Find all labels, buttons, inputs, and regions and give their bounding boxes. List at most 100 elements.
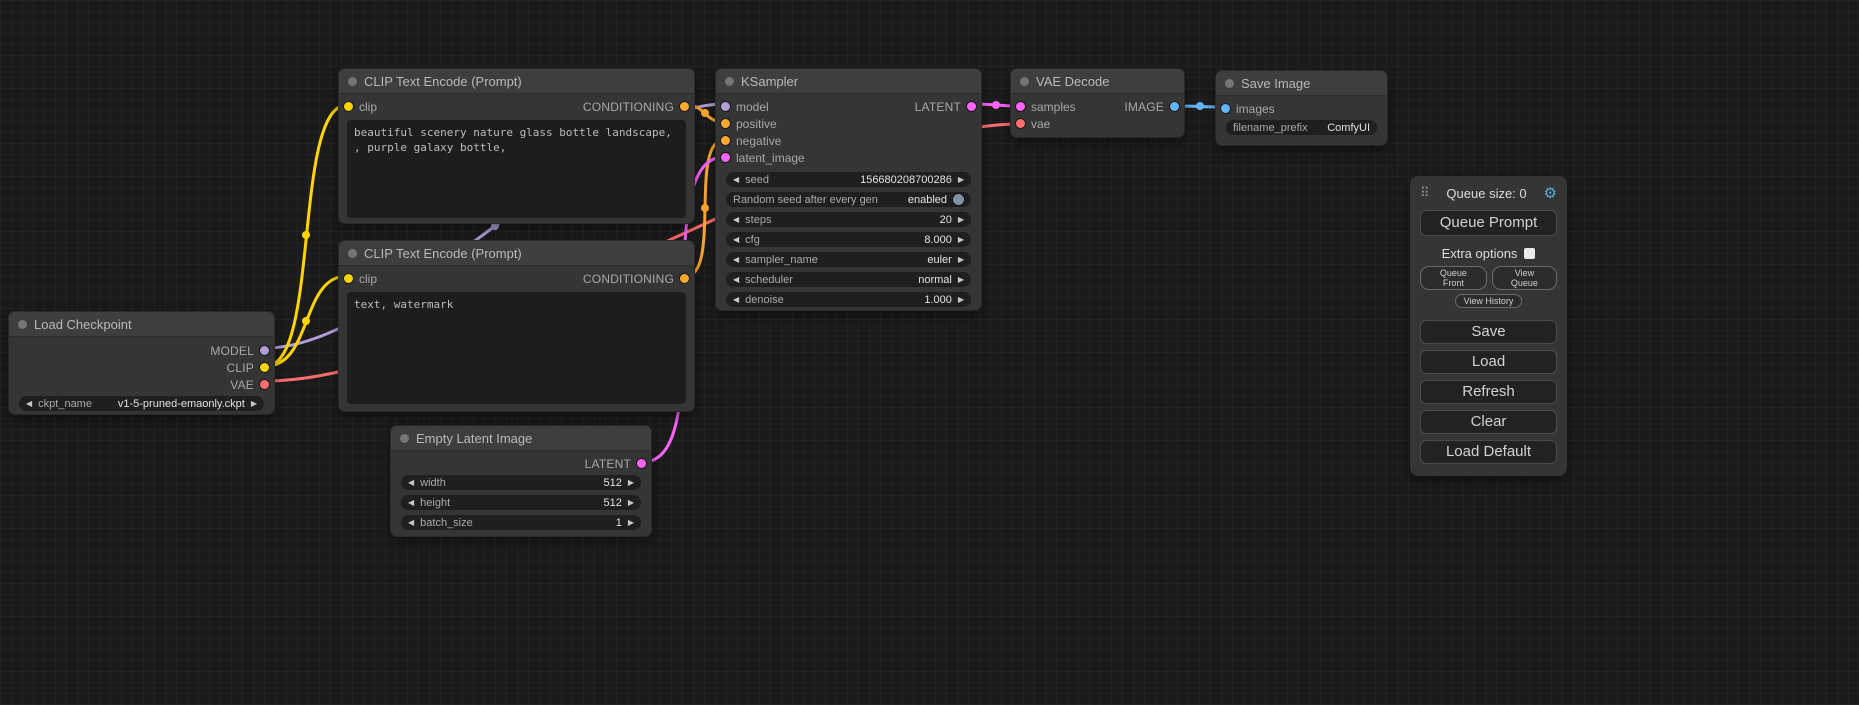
node-clip-text-encode-negative[interactable]: CLIP Text Encode (Prompt) clip CONDITION… xyxy=(338,240,695,412)
increment-arrow-icon[interactable]: ▶ xyxy=(958,296,964,304)
input-slot-images[interactable] xyxy=(1221,104,1230,113)
node-save-image[interactable]: Save Image images filename_prefix ComfyU… xyxy=(1215,70,1388,146)
decrement-arrow-icon[interactable]: ◀ xyxy=(733,296,739,304)
clear-button[interactable]: Clear xyxy=(1420,410,1557,434)
widget-cfg[interactable]: ◀ cfg 8.000 ▶ xyxy=(726,232,971,247)
collapse-dot-icon[interactable] xyxy=(348,249,357,258)
collapse-dot-icon[interactable] xyxy=(1225,79,1234,88)
decrement-arrow-icon[interactable]: ◀ xyxy=(408,479,414,487)
prompt-textarea[interactable]: text, watermark xyxy=(347,292,686,404)
gear-icon[interactable]: ⚙ xyxy=(1544,184,1557,202)
increment-arrow-icon[interactable]: ▶ xyxy=(628,519,634,527)
input-slot-model[interactable] xyxy=(721,102,730,111)
decrement-arrow-icon[interactable]: ◀ xyxy=(733,176,739,184)
output-slot-latent[interactable] xyxy=(637,459,646,468)
node-title-bar[interactable]: Save Image xyxy=(1216,71,1387,96)
node-title-bar[interactable]: Load Checkpoint xyxy=(9,312,274,337)
widget-height[interactable]: ◀ height 512 ▶ xyxy=(401,495,641,510)
output-slot-model[interactable] xyxy=(260,346,269,355)
load-button[interactable]: Load xyxy=(1420,350,1557,374)
widget-batch-size[interactable]: ◀ batch_size 1 ▶ xyxy=(401,515,641,530)
node-load-checkpoint[interactable]: Load Checkpoint MODEL CLIP VAE xyxy=(8,311,275,415)
input-slot-latent-image[interactable] xyxy=(721,153,730,162)
increment-arrow-icon[interactable]: ▶ xyxy=(958,176,964,184)
input-label-clip: clip xyxy=(359,272,377,286)
view-queue-button[interactable]: View Queue xyxy=(1492,266,1557,290)
input-slot-clip[interactable] xyxy=(344,102,353,111)
increment-arrow-icon[interactable]: ▶ xyxy=(958,276,964,284)
drag-handle-icon[interactable]: ⠿ xyxy=(1420,185,1430,201)
load-default-button[interactable]: Load Default xyxy=(1420,440,1557,464)
input-label-images: images xyxy=(1236,102,1275,116)
output-slot-image[interactable] xyxy=(1170,102,1179,111)
widget-denoise[interactable]: ◀ denoise 1.000 ▶ xyxy=(726,292,971,307)
input-slot-vae[interactable] xyxy=(1016,119,1025,128)
node-title: Load Checkpoint xyxy=(34,317,132,332)
link-midpoint-dot xyxy=(701,204,709,212)
decrement-arrow-icon[interactable]: ◀ xyxy=(733,276,739,284)
widget-ckpt-name[interactable]: ◀ ckpt_name v1-5-pruned-emaonly.ckpt ▶ xyxy=(19,396,264,411)
save-button[interactable]: Save xyxy=(1420,320,1557,344)
widget-seed[interactable]: ◀ seed 156680208700286 ▶ xyxy=(726,172,971,187)
input-slot-negative[interactable] xyxy=(721,136,730,145)
decrement-arrow-icon[interactable]: ◀ xyxy=(733,216,739,224)
output-slot-conditioning[interactable] xyxy=(680,102,689,111)
queue-prompt-button[interactable]: Queue Prompt xyxy=(1420,210,1557,236)
collapse-dot-icon[interactable] xyxy=(400,434,409,443)
widget-value: 1 xyxy=(616,517,622,529)
prompt-textarea[interactable]: beautiful scenery nature glass bottle la… xyxy=(347,120,686,218)
extra-options-checkbox[interactable] xyxy=(1524,248,1535,259)
collapse-dot-icon[interactable] xyxy=(18,320,27,329)
toggle-knob-icon[interactable] xyxy=(953,194,964,205)
node-vae-decode[interactable]: VAE Decode samples IMAGE vae xyxy=(1010,68,1185,138)
increment-arrow-icon[interactable]: ▶ xyxy=(251,400,257,408)
widget-label: sampler_name xyxy=(745,254,818,266)
node-title-bar[interactable]: CLIP Text Encode (Prompt) xyxy=(339,69,694,94)
decrement-arrow-icon[interactable]: ◀ xyxy=(408,519,414,527)
node-title: CLIP Text Encode (Prompt) xyxy=(364,74,522,89)
output-slot-conditioning[interactable] xyxy=(680,274,689,283)
widget-sampler-name[interactable]: ◀ sampler_name euler ▶ xyxy=(726,252,971,267)
widget-label: denoise xyxy=(745,294,784,306)
output-label-latent: LATENT xyxy=(585,457,631,471)
node-graph-canvas[interactable]: Load Checkpoint MODEL CLIP VAE xyxy=(0,0,1859,705)
queue-size-label: Queue size: 0 xyxy=(1446,186,1526,201)
widget-width[interactable]: ◀ width 512 ▶ xyxy=(401,475,641,490)
input-slot-samples[interactable] xyxy=(1016,102,1025,111)
decrement-arrow-icon[interactable]: ◀ xyxy=(733,256,739,264)
increment-arrow-icon[interactable]: ▶ xyxy=(628,479,634,487)
node-ksampler[interactable]: KSampler model LATENT positive xyxy=(715,68,982,311)
refresh-button[interactable]: Refresh xyxy=(1420,380,1557,404)
widget-steps[interactable]: ◀ steps 20 ▶ xyxy=(726,212,971,227)
node-clip-text-encode-positive[interactable]: CLIP Text Encode (Prompt) clip CONDITION… xyxy=(338,68,695,224)
queue-front-button[interactable]: Queue Front xyxy=(1420,266,1487,290)
output-slot-clip[interactable] xyxy=(260,363,269,372)
decrement-arrow-icon[interactable]: ◀ xyxy=(408,499,414,507)
widget-filename-prefix[interactable]: filename_prefix ComfyUI xyxy=(1226,120,1377,135)
widget-scheduler[interactable]: ◀ scheduler normal ▶ xyxy=(726,272,971,287)
collapse-dot-icon[interactable] xyxy=(348,77,357,86)
output-slot-latent[interactable] xyxy=(967,102,976,111)
node-title-bar[interactable]: KSampler xyxy=(716,69,981,94)
node-title-bar[interactable]: VAE Decode xyxy=(1011,69,1184,94)
node-title-bar[interactable]: Empty Latent Image xyxy=(391,426,651,451)
decrement-arrow-icon[interactable]: ◀ xyxy=(733,236,739,244)
output-slot-vae[interactable] xyxy=(260,380,269,389)
widget-value: 512 xyxy=(603,477,621,489)
view-history-button[interactable]: View History xyxy=(1455,294,1523,308)
input-slot-positive[interactable] xyxy=(721,119,730,128)
node-empty-latent-image[interactable]: Empty Latent Image LATENT ◀ width 512 ▶ … xyxy=(390,425,652,537)
increment-arrow-icon[interactable]: ▶ xyxy=(958,256,964,264)
collapse-dot-icon[interactable] xyxy=(1020,77,1029,86)
link-midpoint-dot xyxy=(302,317,310,325)
node-title-bar[interactable]: CLIP Text Encode (Prompt) xyxy=(339,241,694,266)
input-slot-clip[interactable] xyxy=(344,274,353,283)
widget-value: v1-5-pruned-emaonly.ckpt xyxy=(118,398,245,410)
decrement-arrow-icon[interactable]: ◀ xyxy=(26,400,32,408)
increment-arrow-icon[interactable]: ▶ xyxy=(628,499,634,507)
increment-arrow-icon[interactable]: ▶ xyxy=(958,216,964,224)
widget-value: 8.000 xyxy=(924,234,952,246)
collapse-dot-icon[interactable] xyxy=(725,77,734,86)
widget-random-seed-toggle[interactable]: Random seed after every gen enabled xyxy=(726,192,971,207)
increment-arrow-icon[interactable]: ▶ xyxy=(958,236,964,244)
